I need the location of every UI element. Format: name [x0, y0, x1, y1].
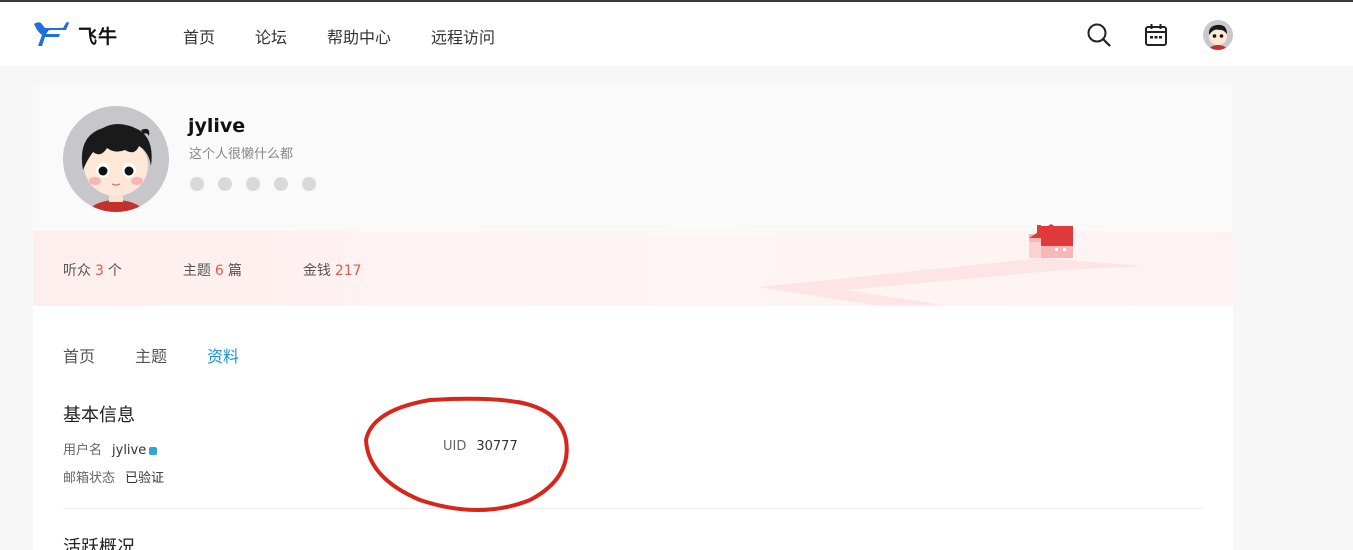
search-icon[interactable] — [1086, 22, 1112, 48]
tab-profile[interactable]: 资料 — [207, 343, 239, 367]
stat-money[interactable]: 金钱 217 — [303, 260, 366, 280]
profile-username: jylive — [188, 115, 246, 137]
profile-avatar[interactable] — [63, 106, 169, 212]
email-status-value: 已验证 — [125, 471, 165, 486]
stat-topics-label: 主题 — [182, 263, 211, 279]
tab-home[interactable]: 首页 — [63, 343, 95, 367]
site-logo[interactable]: 飞牛 — [32, 20, 118, 50]
site-header: 飞牛 首页 论坛 帮助中心 远程访问 — [0, 2, 1353, 66]
profile-bio: 这个人很懒什么都 — [189, 147, 294, 162]
nav-forum[interactable]: 论坛 — [255, 24, 287, 48]
username-row: 用户名 jylive — [63, 439, 158, 458]
stat-topics[interactable]: 主题 6 篇 — [183, 260, 242, 280]
stat-money-label: 金钱 — [302, 263, 331, 279]
profile-tabs: 首页 主题 资料 — [63, 343, 279, 367]
uid-label: UID — [443, 439, 467, 454]
nav-remote-access[interactable]: 远程访问 — [431, 24, 495, 48]
uid-value: 30777 — [476, 439, 518, 454]
uid-row: UID 30777 — [443, 439, 518, 454]
social-icon-1[interactable] — [190, 177, 204, 191]
main-nav: 首页 论坛 帮助中心 远程访问 — [183, 24, 535, 48]
avatar-face-icon — [81, 124, 152, 212]
stat-topics-value: 6 — [214, 263, 224, 279]
logo-icon — [34, 22, 69, 46]
stat-listeners[interactable]: 听众 3 个 — [63, 260, 122, 280]
verified-icon — [149, 446, 158, 455]
basic-info-title: 基本信息 — [63, 405, 135, 426]
social-icon-3[interactable] — [246, 177, 260, 191]
nav-home[interactable]: 首页 — [183, 24, 215, 48]
section-divider — [63, 508, 1203, 509]
email-status-row: 邮箱状态 已验证 — [63, 467, 164, 486]
profile-card: jylive 这个人很懒什么都 听众 3 个 主题 6 篇 金钱 217 首页 主题 资料… — [33, 86, 1233, 550]
stat-money-value: 217 — [334, 263, 362, 279]
social-icon-5[interactable] — [302, 177, 316, 191]
tab-topics[interactable]: 主题 — [135, 343, 167, 367]
stat-listeners-value: 3 — [95, 263, 104, 279]
social-icon-2[interactable] — [218, 177, 232, 191]
user-avatar[interactable] — [1203, 20, 1233, 50]
avatar-face-icon — [1208, 24, 1227, 50]
social-icon-4[interactable] — [274, 177, 288, 191]
stat-listeners-unit: 个 — [107, 263, 122, 279]
profile-stats: 听众 3 个 主题 6 篇 金钱 217 — [63, 260, 427, 280]
profile-hero: jylive 这个人很懒什么都 听众 3 个 主题 6 篇 金钱 217 — [33, 86, 1233, 306]
social-links — [190, 177, 316, 191]
stat-topics-unit: 篇 — [227, 263, 242, 279]
email-status-label: 邮箱状态 — [63, 471, 116, 486]
activity-title: 活跃概况 — [63, 537, 135, 550]
username-value: jylive — [112, 443, 147, 458]
calendar-icon[interactable] — [1143, 22, 1169, 48]
logo-text: 飞牛 — [78, 25, 119, 48]
nav-help-center[interactable]: 帮助中心 — [327, 24, 391, 48]
stat-listeners-label: 听众 — [63, 263, 91, 279]
username-label: 用户名 — [63, 443, 103, 458]
